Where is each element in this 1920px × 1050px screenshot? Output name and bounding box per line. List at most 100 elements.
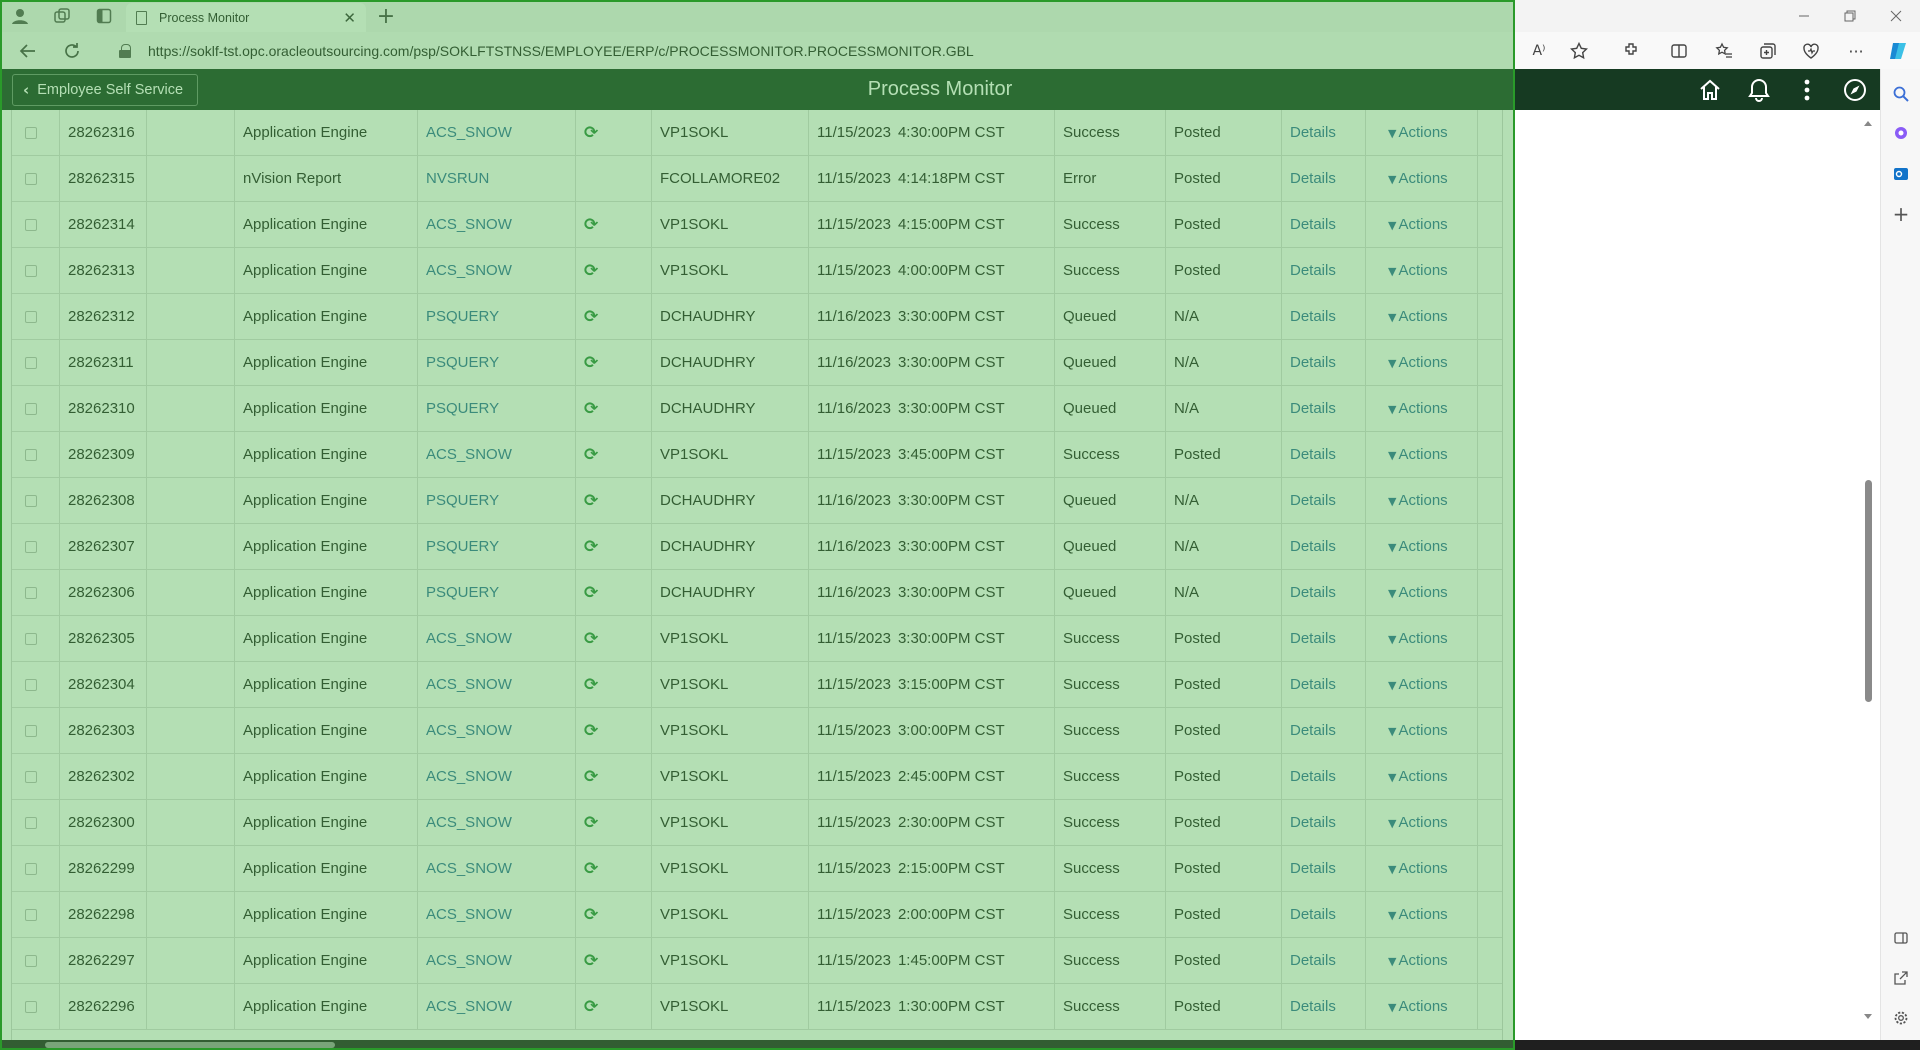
details-link[interactable]: Details <box>1282 478 1366 524</box>
actions-link[interactable]: Actions <box>1398 676 1447 693</box>
add-sidebar-app-icon[interactable]: + <box>1888 201 1914 227</box>
copilot-sidebar-icon[interactable] <box>1888 120 1914 146</box>
scrollbar-thumb[interactable] <box>1865 480 1872 702</box>
actions-link[interactable]: Actions <box>1398 814 1447 831</box>
details-link[interactable]: Details <box>1282 248 1366 294</box>
details-link[interactable]: Details <box>1282 202 1366 248</box>
recurrence-icon[interactable]: ⟳ <box>584 123 598 143</box>
more-options-icon[interactable]: ··· <box>1842 37 1870 65</box>
recurrence-icon[interactable]: ⟳ <box>584 629 598 649</box>
outlook-icon[interactable] <box>1888 161 1914 187</box>
row-select-checkbox[interactable] <box>25 265 37 277</box>
details-link[interactable]: Details <box>1282 340 1366 386</box>
caret-down-icon[interactable]: ▼ <box>1388 219 1396 232</box>
horizontal-scrollbar[interactable] <box>45 1042 335 1048</box>
caret-down-icon[interactable]: ▼ <box>1388 863 1396 876</box>
details-link[interactable]: Details <box>1282 892 1366 938</box>
page-scrollbar[interactable] <box>1862 110 1874 1030</box>
employee-self-service-button[interactable]: ‹ Employee Self Service <box>12 74 199 106</box>
details-link[interactable]: Details <box>1282 432 1366 478</box>
copilot-icon[interactable] <box>1884 37 1912 65</box>
details-link[interactable]: Details <box>1282 386 1366 432</box>
caret-down-icon[interactable]: ▼ <box>1388 817 1396 830</box>
recurrence-icon[interactable]: ⟳ <box>584 951 598 971</box>
close-tab-icon[interactable]: ✕ <box>343 9 356 27</box>
row-select-checkbox[interactable] <box>25 357 37 369</box>
details-link[interactable]: Details <box>1282 110 1366 156</box>
actions-link[interactable]: Actions <box>1398 998 1447 1015</box>
caret-down-icon[interactable]: ▼ <box>1388 587 1396 600</box>
close-window-icon[interactable] <box>1884 4 1908 28</box>
recurrence-icon[interactable]: ⟳ <box>584 399 598 419</box>
row-select-checkbox[interactable] <box>25 541 37 553</box>
row-select-checkbox[interactable] <box>25 403 37 415</box>
actions-link[interactable]: Actions <box>1398 124 1447 141</box>
recurrence-icon[interactable]: ⟳ <box>584 859 598 879</box>
caret-down-icon[interactable]: ▼ <box>1388 909 1396 922</box>
tab-actions-icon[interactable] <box>92 4 116 28</box>
details-link[interactable]: Details <box>1282 846 1366 892</box>
row-select-checkbox[interactable] <box>25 679 37 691</box>
row-select-checkbox[interactable] <box>25 909 37 921</box>
caret-down-icon[interactable]: ▼ <box>1388 725 1396 738</box>
actions-link[interactable]: Actions <box>1398 722 1447 739</box>
recurrence-icon[interactable]: ⟳ <box>584 767 598 787</box>
actions-list-icon[interactable] <box>1792 76 1822 104</box>
row-select-checkbox[interactable] <box>25 173 37 185</box>
caret-down-icon[interactable]: ▼ <box>1388 495 1396 508</box>
details-link[interactable]: Details <box>1282 708 1366 754</box>
extensions-icon[interactable] <box>1617 37 1645 65</box>
recurrence-icon[interactable]: ⟳ <box>584 905 598 925</box>
hide-sidebar-icon[interactable] <box>1888 925 1914 951</box>
caret-down-icon[interactable]: ▼ <box>1388 127 1396 140</box>
navigator-compass-icon[interactable] <box>1840 76 1870 104</box>
caret-down-icon[interactable]: ▼ <box>1388 357 1396 370</box>
row-select-checkbox[interactable] <box>25 127 37 139</box>
actions-link[interactable]: Actions <box>1398 584 1447 601</box>
recurrence-icon[interactable]: ⟳ <box>584 997 598 1017</box>
row-select-checkbox[interactable] <box>25 817 37 829</box>
caret-down-icon[interactable]: ▼ <box>1388 265 1396 278</box>
details-link[interactable]: Details <box>1282 570 1366 616</box>
row-select-checkbox[interactable] <box>25 449 37 461</box>
details-link[interactable]: Details <box>1282 938 1366 984</box>
scroll-down-icon[interactable] <box>1862 1012 1874 1022</box>
caret-down-icon[interactable]: ▼ <box>1388 449 1396 462</box>
recurrence-icon[interactable]: ⟳ <box>584 721 598 741</box>
browser-essentials-icon[interactable] <box>1797 37 1825 65</box>
address-bar[interactable]: https://soklf-tst.opc.oracleoutsourcing.… <box>110 37 1500 65</box>
search-icon[interactable] <box>1888 81 1914 107</box>
actions-link[interactable]: Actions <box>1398 308 1447 325</box>
profile-icon[interactable] <box>8 4 32 28</box>
caret-down-icon[interactable]: ▼ <box>1388 403 1396 416</box>
row-select-checkbox[interactable] <box>25 955 37 967</box>
scroll-up-icon[interactable] <box>1862 118 1874 128</box>
refresh-icon[interactable] <box>58 37 86 65</box>
caret-down-icon[interactable]: ▼ <box>1388 955 1396 968</box>
actions-link[interactable]: Actions <box>1398 952 1447 969</box>
caret-down-icon[interactable]: ▼ <box>1388 771 1396 784</box>
settings-gear-icon[interactable] <box>1888 1005 1914 1031</box>
read-aloud-icon[interactable]: A⁾ <box>1525 37 1553 65</box>
recurrence-icon[interactable]: ⟳ <box>584 813 598 833</box>
home-icon[interactable] <box>1695 76 1725 104</box>
details-link[interactable]: Details <box>1282 662 1366 708</box>
recurrence-icon[interactable]: ⟳ <box>584 537 598 557</box>
actions-link[interactable]: Actions <box>1398 860 1447 877</box>
row-select-checkbox[interactable] <box>25 495 37 507</box>
workspaces-icon[interactable] <box>50 4 74 28</box>
open-external-icon[interactable] <box>1888 965 1914 991</box>
recurrence-icon[interactable]: ⟳ <box>584 307 598 327</box>
actions-link[interactable]: Actions <box>1398 492 1447 509</box>
row-select-checkbox[interactable] <box>25 587 37 599</box>
collections-icon[interactable] <box>1754 37 1782 65</box>
recurrence-icon[interactable]: ⟳ <box>584 215 598 235</box>
row-select-checkbox[interactable] <box>25 219 37 231</box>
actions-link[interactable]: Actions <box>1398 768 1447 785</box>
row-select-checkbox[interactable] <box>25 863 37 875</box>
favorite-star-icon[interactable] <box>1565 37 1593 65</box>
new-tab-button[interactable]: + <box>373 3 399 29</box>
details-link[interactable]: Details <box>1282 754 1366 800</box>
back-arrow-icon[interactable] <box>14 37 42 65</box>
caret-down-icon[interactable]: ▼ <box>1388 1001 1396 1014</box>
